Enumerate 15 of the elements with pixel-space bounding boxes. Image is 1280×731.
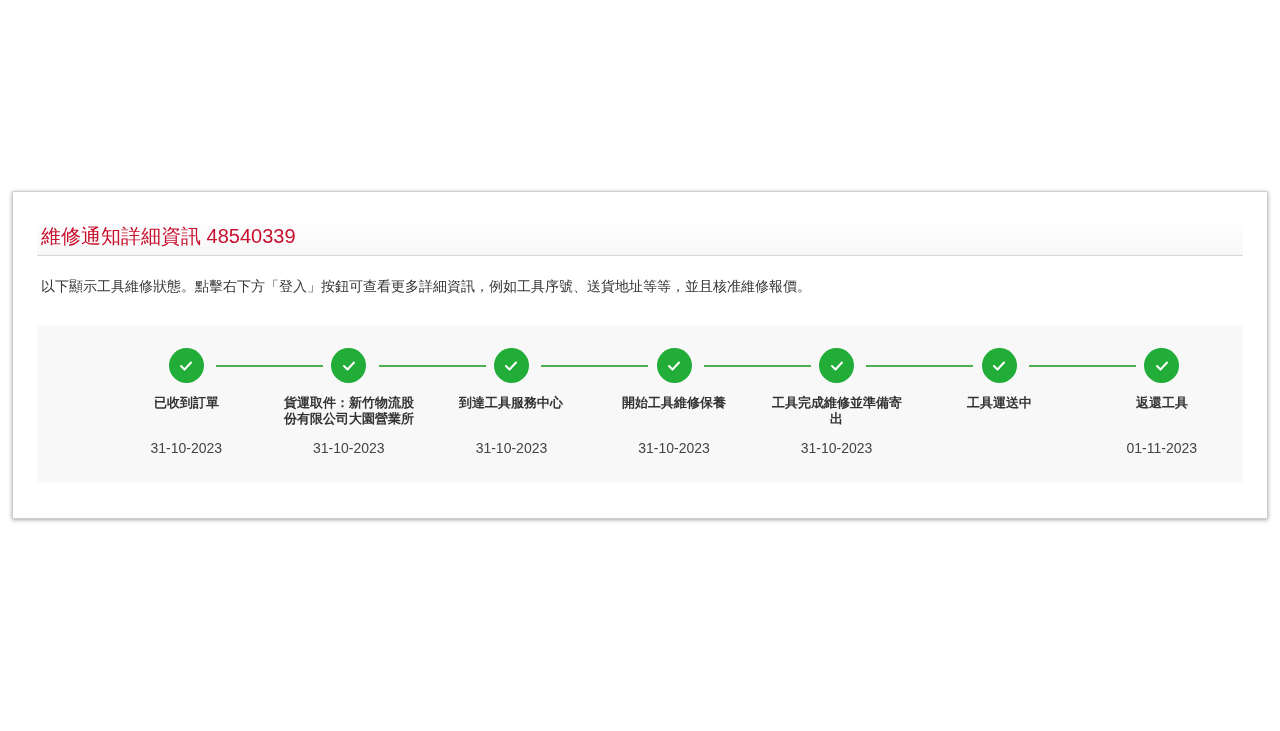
step-label: 貨運取件：新竹物流股份有限公司大園營業所 (282, 395, 415, 427)
step-date: 31-10-2023 (150, 439, 223, 458)
step-date: 31-10-2023 (800, 439, 873, 458)
step-label: 到達工具服務中心 (458, 395, 565, 411)
step-label: 已收到訂單 (152, 395, 220, 411)
step-date: 01-11-2023 (1126, 439, 1198, 458)
card-title: 維修通知詳細資訊 48540339 (41, 223, 296, 249)
status-description: 以下顯示工具維修狀態。點擊右下方「登入」按鈕可查看更多詳細資訊，例如工具序號、送貨地址等等，並且核准維修報價。 (40, 277, 812, 296)
step-label: 工具完成維修並準備寄出 (770, 395, 903, 427)
step-date: 31-10-2023 (638, 439, 710, 458)
step-date: 31-10-2023 (313, 439, 385, 458)
step-label: 返還工具 (1134, 395, 1189, 411)
step-label: 開始工具維修保養 (621, 395, 727, 411)
step-label: 工具運送中 (965, 395, 1033, 411)
step-date: 31-10-2023 (475, 439, 548, 458)
